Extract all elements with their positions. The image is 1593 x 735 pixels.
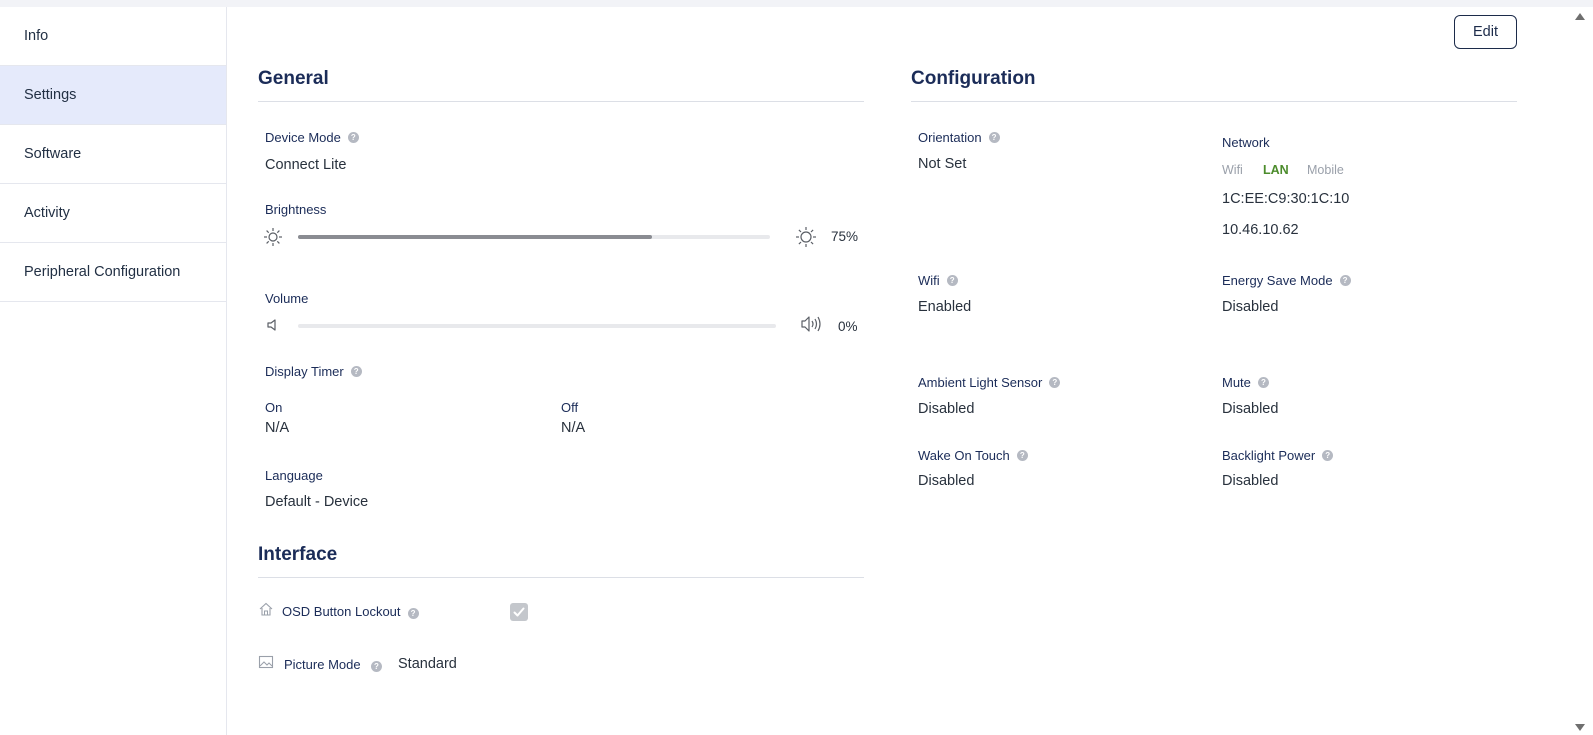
scrollbar-thumb[interactable] — [1574, 27, 1586, 717]
osd-lockout-label: OSD Button Lockout? — [282, 604, 419, 619]
brightness-slider-fill — [298, 235, 652, 239]
language-label: Language — [265, 468, 323, 483]
display-timer-on-label: On — [265, 400, 283, 415]
edit-button[interactable]: Edit — [1454, 15, 1517, 49]
picture-mode-value: Standard — [398, 656, 457, 672]
sidebar-item-label: Peripheral Configuration — [24, 264, 181, 280]
network-option-lan[interactable]: LAN — [1263, 163, 1289, 177]
network-ip-address: 10.46.10.62 — [1222, 222, 1299, 238]
device-mode-value: Connect Lite — [265, 157, 347, 173]
energy-save-value: Disabled — [1222, 299, 1279, 315]
wifi-label: Wifi? — [918, 273, 958, 288]
network-label: Network — [1222, 135, 1270, 150]
wake-on-touch-label: Wake On Touch? — [918, 448, 1028, 463]
top-strip — [0, 0, 1593, 7]
wifi-value: Enabled — [918, 299, 972, 315]
network-mac-address: 1C:EE:C9:30:1C:10 — [1222, 191, 1350, 207]
sidebar-item-label: Settings — [24, 87, 77, 103]
help-icon[interactable]: ? — [407, 608, 419, 619]
ambient-light-value: Disabled — [918, 401, 975, 417]
osd-lockout-checkbox[interactable] — [510, 603, 528, 621]
orientation-value: Not Set — [918, 156, 967, 172]
interface-section-title: Interface — [258, 544, 338, 565]
brightness-slider[interactable] — [298, 235, 770, 239]
interface-divider — [258, 577, 864, 578]
general-section-title: General — [258, 68, 329, 89]
configuration-divider — [911, 101, 1517, 102]
wake-on-touch-value: Disabled — [918, 473, 975, 489]
vertical-scrollbar[interactable] — [1566, 7, 1593, 735]
speaker-loud-icon — [800, 315, 824, 333]
ambient-light-label: Ambient Light Sensor? — [918, 375, 1061, 390]
display-timer-label: Display Timer? — [265, 364, 362, 379]
language-value: Default - Device — [265, 494, 369, 510]
speaker-icon — [265, 317, 281, 333]
network-option-wifi[interactable]: Wifi — [1222, 163, 1243, 177]
image-icon — [258, 655, 274, 669]
orientation-label: Orientation? — [918, 130, 1000, 145]
configuration-section-title: Configuration — [911, 68, 1036, 89]
general-divider — [258, 101, 864, 102]
display-timer-off-value: N/A — [561, 420, 586, 436]
help-icon[interactable]: ? — [946, 275, 958, 286]
backlight-power-value: Disabled — [1222, 473, 1279, 489]
sidebar-item-activity[interactable]: Activity — [0, 184, 226, 243]
sidebar-item-label: Software — [24, 146, 82, 162]
help-icon[interactable]: ? — [1016, 450, 1028, 461]
volume-label: Volume — [265, 291, 309, 306]
network-option-mobile[interactable]: Mobile — [1307, 163, 1344, 177]
picture-mode-label: Picture Mode — [284, 657, 361, 672]
sun-icon — [263, 227, 283, 247]
sidebar-item-label: Info — [24, 28, 49, 44]
display-timer-off-label: Off — [561, 400, 579, 415]
volume-slider[interactable] — [298, 324, 776, 328]
sidebar-item-info[interactable]: Info — [0, 7, 226, 66]
backlight-power-label: Backlight Power? — [1222, 448, 1334, 463]
help-icon[interactable]: ? — [1257, 377, 1269, 388]
main-content: Edit General Device Mode? Connect Lite B… — [227, 7, 1566, 735]
check-icon — [513, 607, 525, 617]
sidebar: Info Settings Software Activity Peripher… — [0, 7, 227, 735]
help-icon[interactable]: ? — [371, 661, 382, 672]
help-icon[interactable]: ? — [1322, 450, 1334, 461]
brightness-value: 75% — [831, 229, 859, 244]
energy-save-label: Energy Save Mode? — [1222, 273, 1351, 288]
mute-label: Mute? — [1222, 375, 1269, 390]
home-icon — [258, 601, 274, 617]
help-icon[interactable]: ? — [1049, 377, 1061, 388]
help-icon[interactable]: ? — [347, 132, 359, 143]
sidebar-item-label: Activity — [24, 205, 70, 221]
sidebar-item-settings[interactable]: Settings — [0, 66, 226, 125]
scroll-up-icon[interactable] — [1575, 13, 1585, 20]
sidebar-item-software[interactable]: Software — [0, 125, 226, 184]
sidebar-item-peripheral-configuration[interactable]: Peripheral Configuration — [0, 243, 226, 302]
scroll-down-icon[interactable] — [1575, 724, 1585, 731]
device-mode-label: Device Mode? — [265, 130, 359, 145]
volume-value: 0% — [838, 319, 858, 334]
help-icon[interactable]: ? — [1339, 275, 1351, 286]
brightness-label: Brightness — [265, 202, 327, 217]
mute-value: Disabled — [1222, 401, 1279, 417]
sun-icon — [795, 226, 817, 248]
help-icon[interactable]: ? — [350, 366, 362, 377]
help-icon[interactable]: ? — [988, 132, 1000, 143]
display-timer-on-value: N/A — [265, 420, 290, 436]
